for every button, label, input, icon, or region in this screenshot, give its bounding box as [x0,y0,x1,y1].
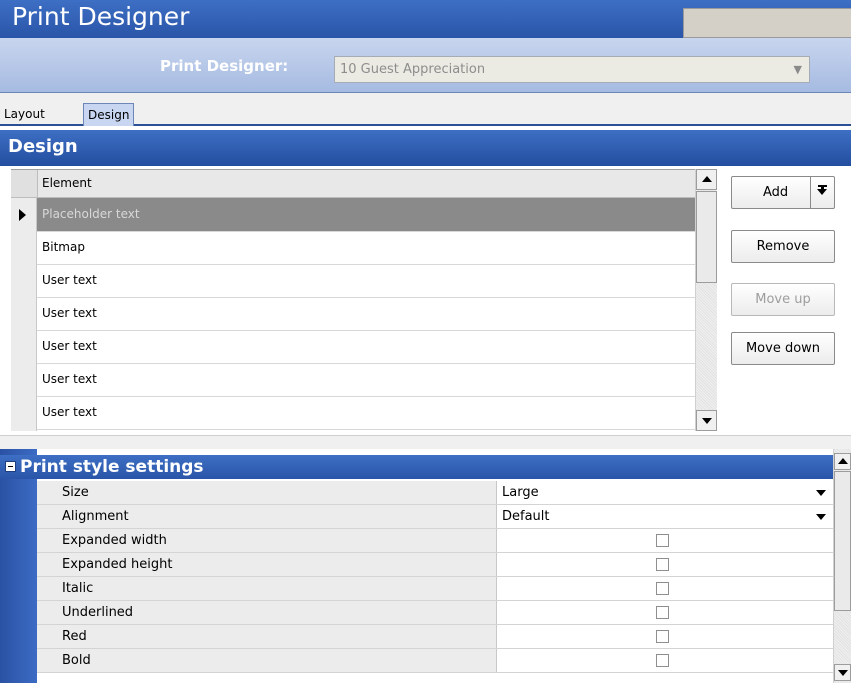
bold-checkbox[interactable] [656,654,669,667]
title-bar: Print Designer [0,0,851,38]
row-header[interactable] [11,396,37,429]
property-name: Red [37,625,497,648]
chevron-down-icon: ▼ [793,63,802,76]
property-row-underlined[interactable]: Underlined [37,601,833,625]
scroll-thumb[interactable] [834,471,851,611]
table-row[interactable]: User text [11,264,695,298]
property-row-alignment[interactable]: Alignment Default [37,505,833,529]
arrow-down-icon [702,418,712,424]
row-header[interactable] [11,363,37,396]
row-header[interactable] [11,297,37,330]
arrow-down-icon [817,189,827,195]
grid-column-header[interactable]: Element [11,170,695,198]
table-row[interactable]: User text [11,396,695,430]
add-button-label: Add [763,185,789,200]
scroll-thumb[interactable] [696,191,717,283]
move-down-button[interactable]: Move down [731,332,835,365]
arrow-up-icon [838,458,848,464]
property-name: Italic [37,577,497,600]
scroll-down-button[interactable] [696,410,717,431]
table-row[interactable]: Bitmap [11,231,695,265]
section-title: Design [8,136,78,157]
category-header[interactable]: Print style settings [0,455,833,479]
move-up-button[interactable]: Move up [731,283,835,316]
underlined-checkbox[interactable] [656,606,669,619]
property-row-expanded-width[interactable]: Expanded width [37,529,833,553]
scroll-down-button[interactable] [834,664,851,681]
element-cell: User text [42,306,97,320]
element-cell: Bitmap [42,240,85,254]
element-cell: User text [42,405,97,419]
row-header[interactable] [11,264,37,297]
property-name: Bold [37,649,497,672]
property-row-bold[interactable]: Bold [37,649,833,673]
selector-bar: Print Designer: 10 Guest Appreciation ▼ [0,38,851,93]
grid-vertical-scrollbar[interactable] [695,169,717,431]
property-name: Underlined [37,601,497,624]
add-button[interactable]: Add [731,176,835,209]
scroll-up-button[interactable] [834,453,851,470]
table-row[interactable]: User text [11,363,695,397]
property-vertical-scrollbar[interactable] [833,449,851,683]
arrow-up-icon [702,176,712,182]
red-checkbox[interactable] [656,630,669,643]
chevron-down-icon[interactable] [816,490,826,496]
property-row-size[interactable]: Size Large [37,481,833,505]
property-row-expanded-height[interactable]: Expanded height [37,553,833,577]
table-row[interactable]: Placeholder text [11,198,695,232]
row-header[interactable] [11,330,37,363]
chevron-down-icon[interactable] [816,514,826,520]
collapse-icon[interactable] [5,461,16,472]
element-cell: User text [42,273,97,287]
property-row-italic[interactable]: Italic [37,577,833,601]
category-title: Print style settings [20,457,204,477]
property-name: Size [37,481,497,504]
design-section-header: Design [0,130,851,166]
property-value[interactable]: Default [502,509,550,524]
panel-splitter[interactable] [0,435,851,449]
property-name: Expanded height [37,553,497,576]
table-row-partial[interactable] [11,429,695,431]
property-name: Expanded width [37,529,497,552]
window-title: Print Designer [12,2,190,31]
table-row[interactable]: User text [11,330,695,364]
element-cell: User text [42,339,97,353]
print-designer-select-value: 10 Guest Appreciation [340,62,486,77]
element-grid: Element Placeholder text Bitmap User tex… [11,169,695,431]
tab-layout[interactable]: Layout [0,103,49,126]
scroll-up-button[interactable] [696,169,717,190]
expanded-width-checkbox[interactable] [656,534,669,547]
row-header[interactable] [11,198,37,231]
tab-bar: Layout Design [0,93,851,126]
property-grid-margin [0,449,37,683]
remove-button[interactable]: Remove [731,230,835,263]
element-cell: Placeholder text [42,207,140,221]
row-header[interactable] [11,429,37,431]
italic-checkbox[interactable] [656,582,669,595]
column-header-element: Element [42,176,92,190]
property-row-red[interactable]: Red [37,625,833,649]
print-designer-select[interactable]: 10 Guest Appreciation ▼ [334,56,810,83]
row-header[interactable] [11,231,37,264]
tab-design[interactable]: Design [83,103,135,126]
expanded-height-checkbox[interactable] [656,558,669,571]
row-header-corner [11,170,38,197]
arrow-down-icon [838,670,848,676]
property-grid: Print style settings Size Large Alignmen… [0,449,851,683]
property-value[interactable]: Large [502,485,539,500]
element-cell: User text [42,372,97,386]
current-row-pointer-icon [19,209,26,221]
table-row[interactable]: User text [11,297,695,331]
add-split-dropdown[interactable] [810,177,834,208]
property-name: Alignment [37,505,497,528]
title-bar-field [683,8,851,38]
print-designer-label: Print Designer: [160,57,289,75]
